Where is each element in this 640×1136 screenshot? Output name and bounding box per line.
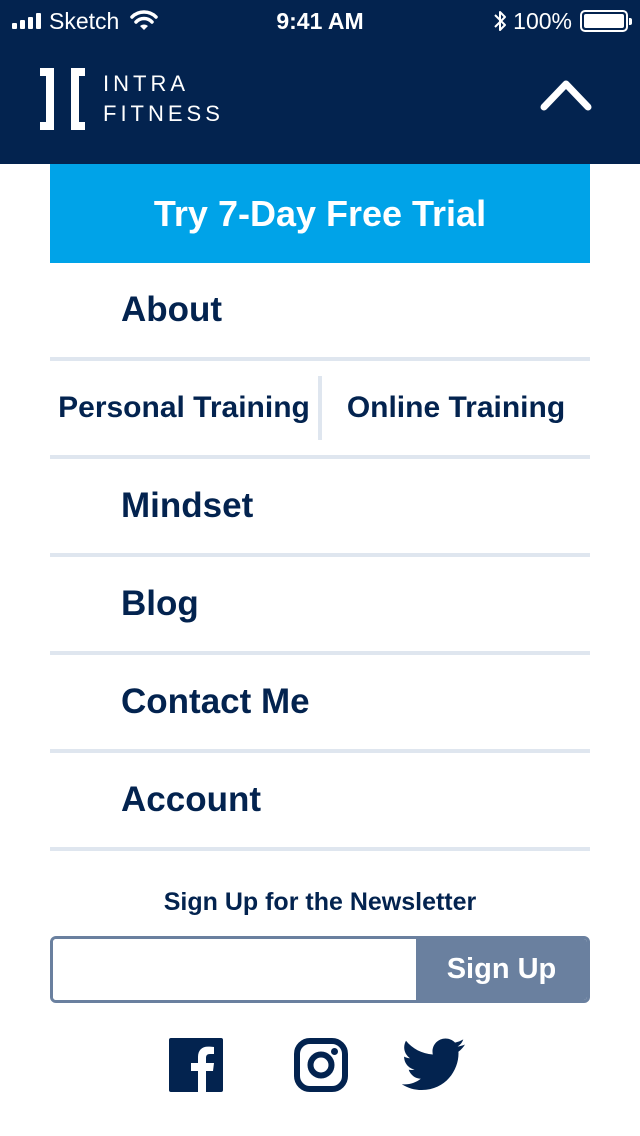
logo-line-fitness: FITNESS xyxy=(103,101,224,126)
menu-item-about[interactable]: About xyxy=(50,263,590,361)
newsletter-email-input[interactable] xyxy=(53,939,416,1000)
facebook-icon[interactable] xyxy=(169,1038,223,1092)
chevron-up-icon[interactable] xyxy=(540,78,592,112)
menu-item-online-training[interactable]: Online Training xyxy=(322,361,590,455)
sign-up-button[interactable]: Sign Up xyxy=(416,939,587,1000)
menu-item-contact[interactable]: Contact Me xyxy=(50,655,590,753)
logo-mark-icon xyxy=(40,68,85,130)
menu-item-personal-training[interactable]: Personal Training xyxy=(50,361,318,455)
menu-item-mindset[interactable]: Mindset xyxy=(50,459,590,557)
logo-wordmark: INTRA FITNESS xyxy=(103,69,224,129)
menu-split-training: Personal Training Online Training xyxy=(50,361,590,459)
free-trial-button[interactable]: Try 7-Day Free Trial xyxy=(50,164,590,263)
twitter-icon[interactable] xyxy=(402,1038,466,1092)
status-bar: Sketch 9:41 AM 100% xyxy=(0,0,640,40)
newsletter-form: Sign Up xyxy=(50,936,590,1003)
nav-menu: About Personal Training Online Training … xyxy=(50,263,590,851)
newsletter-heading: Sign Up for the Newsletter xyxy=(163,888,477,916)
menu-item-account[interactable]: Account xyxy=(50,753,590,851)
header-bar: Sketch 9:41 AM 100% INTRA FITNESS xyxy=(0,0,640,164)
battery-icon xyxy=(580,10,632,32)
battery-percentage: 100% xyxy=(513,7,572,34)
logo-line-intra: INTRA xyxy=(103,71,189,96)
bluetooth-icon xyxy=(494,11,507,31)
instagram-icon[interactable] xyxy=(294,1038,348,1092)
social-links xyxy=(0,1038,640,1094)
menu-item-blog[interactable]: Blog xyxy=(50,557,590,655)
brand-logo[interactable]: INTRA FITNESS xyxy=(40,68,224,130)
status-right: 100% xyxy=(493,7,632,35)
